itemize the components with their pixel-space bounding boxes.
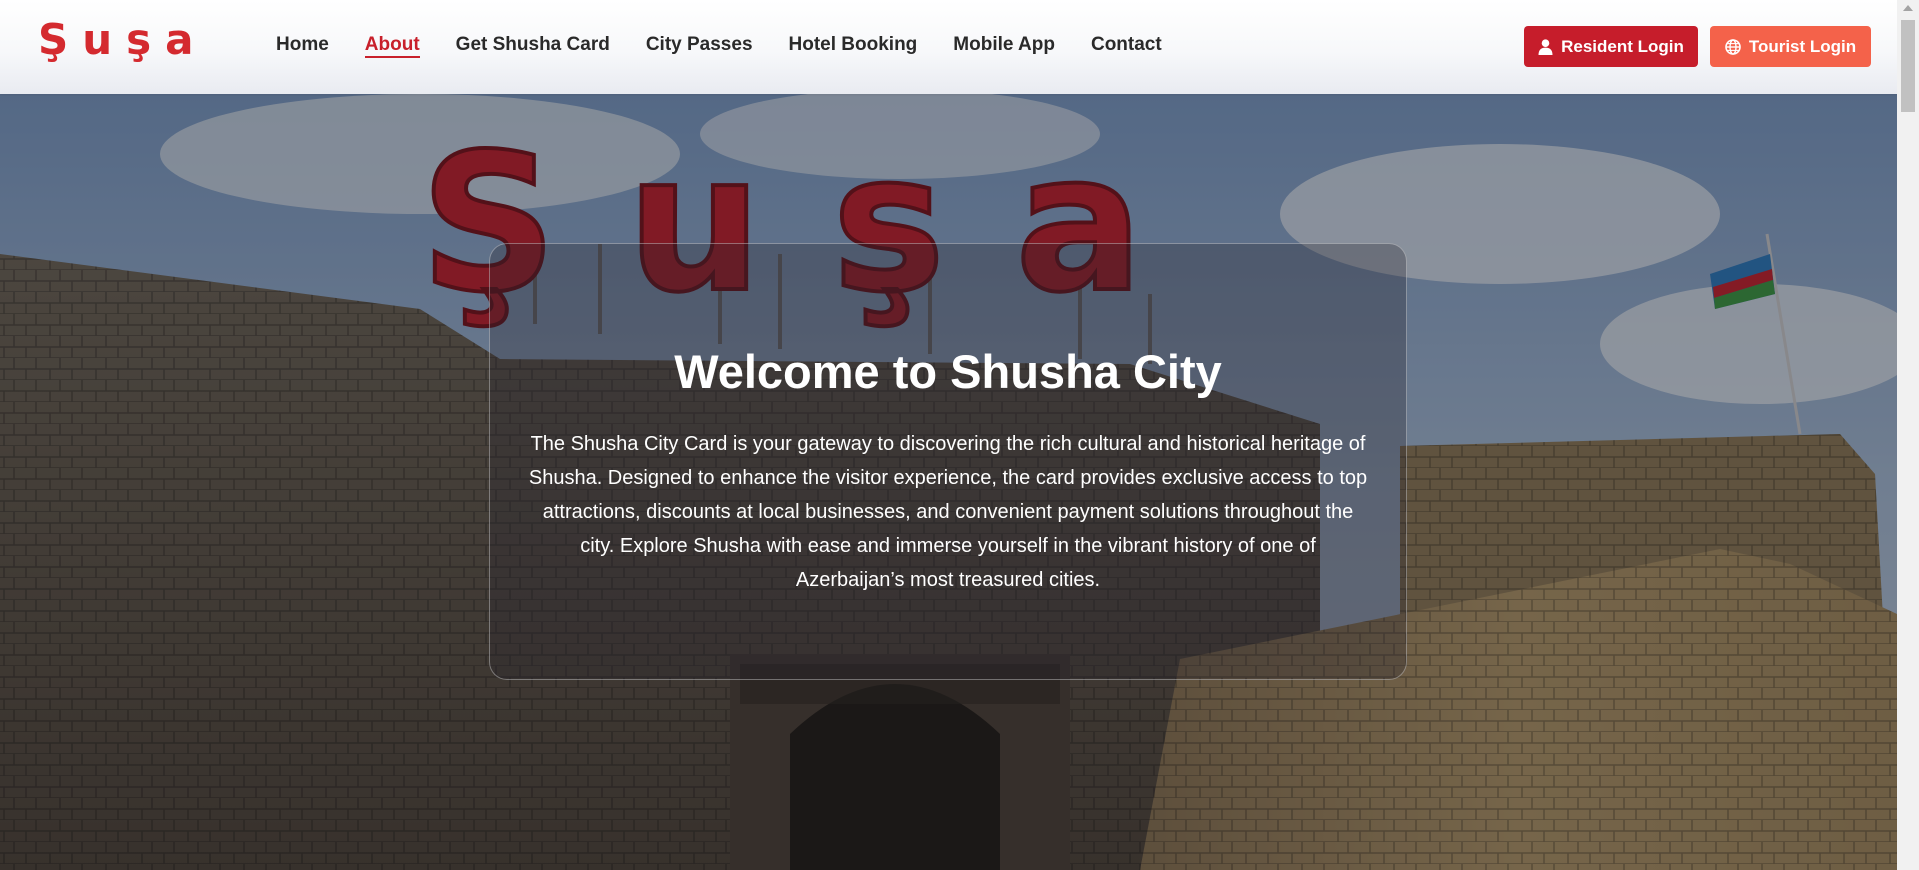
resident-login-button[interactable]: Resident Login (1524, 26, 1698, 67)
tourist-login-label: Tourist Login (1748, 36, 1857, 56)
scrollbar-thumb[interactable] (1901, 20, 1915, 112)
logo[interactable]: Şuşa (38, 14, 214, 64)
nav-home[interactable]: Home (276, 32, 329, 58)
nav-about[interactable]: About (364, 32, 420, 58)
nav-hotel-booking[interactable]: Hotel Booking (789, 32, 918, 58)
tourist-login-button[interactable]: Tourist Login (1710, 26, 1871, 67)
nav-mobile-app[interactable]: Mobile App (953, 32, 1055, 58)
site-header: Şuşa Home About Get Shusha Card City Pas… (0, 0, 1897, 94)
nav-city-passes[interactable]: City Passes (646, 32, 753, 58)
scroll-up-arrow-icon[interactable] (1903, 5, 1913, 11)
globe-icon (1725, 38, 1741, 55)
user-icon (1538, 38, 1553, 55)
nav-contact[interactable]: Contact (1091, 32, 1162, 58)
nav-get-shusha-card[interactable]: Get Shusha Card (456, 32, 610, 58)
welcome-title: Welcome to Shusha City (674, 345, 1222, 398)
welcome-card: Welcome to Shusha City The Shusha City C… (489, 243, 1407, 680)
logo-text: Şuşa (38, 14, 208, 64)
page-scrollbar[interactable] (1897, 0, 1919, 870)
welcome-description: The Shusha City Card is your gateway to … (528, 433, 1368, 591)
hero-section: Şuşa Welcome to Shusha City The Shusha C… (0, 94, 1897, 870)
resident-login-label: Resident Login (1561, 36, 1684, 56)
main-nav: Home About Get Shusha Card City Passes H… (276, 32, 1198, 58)
